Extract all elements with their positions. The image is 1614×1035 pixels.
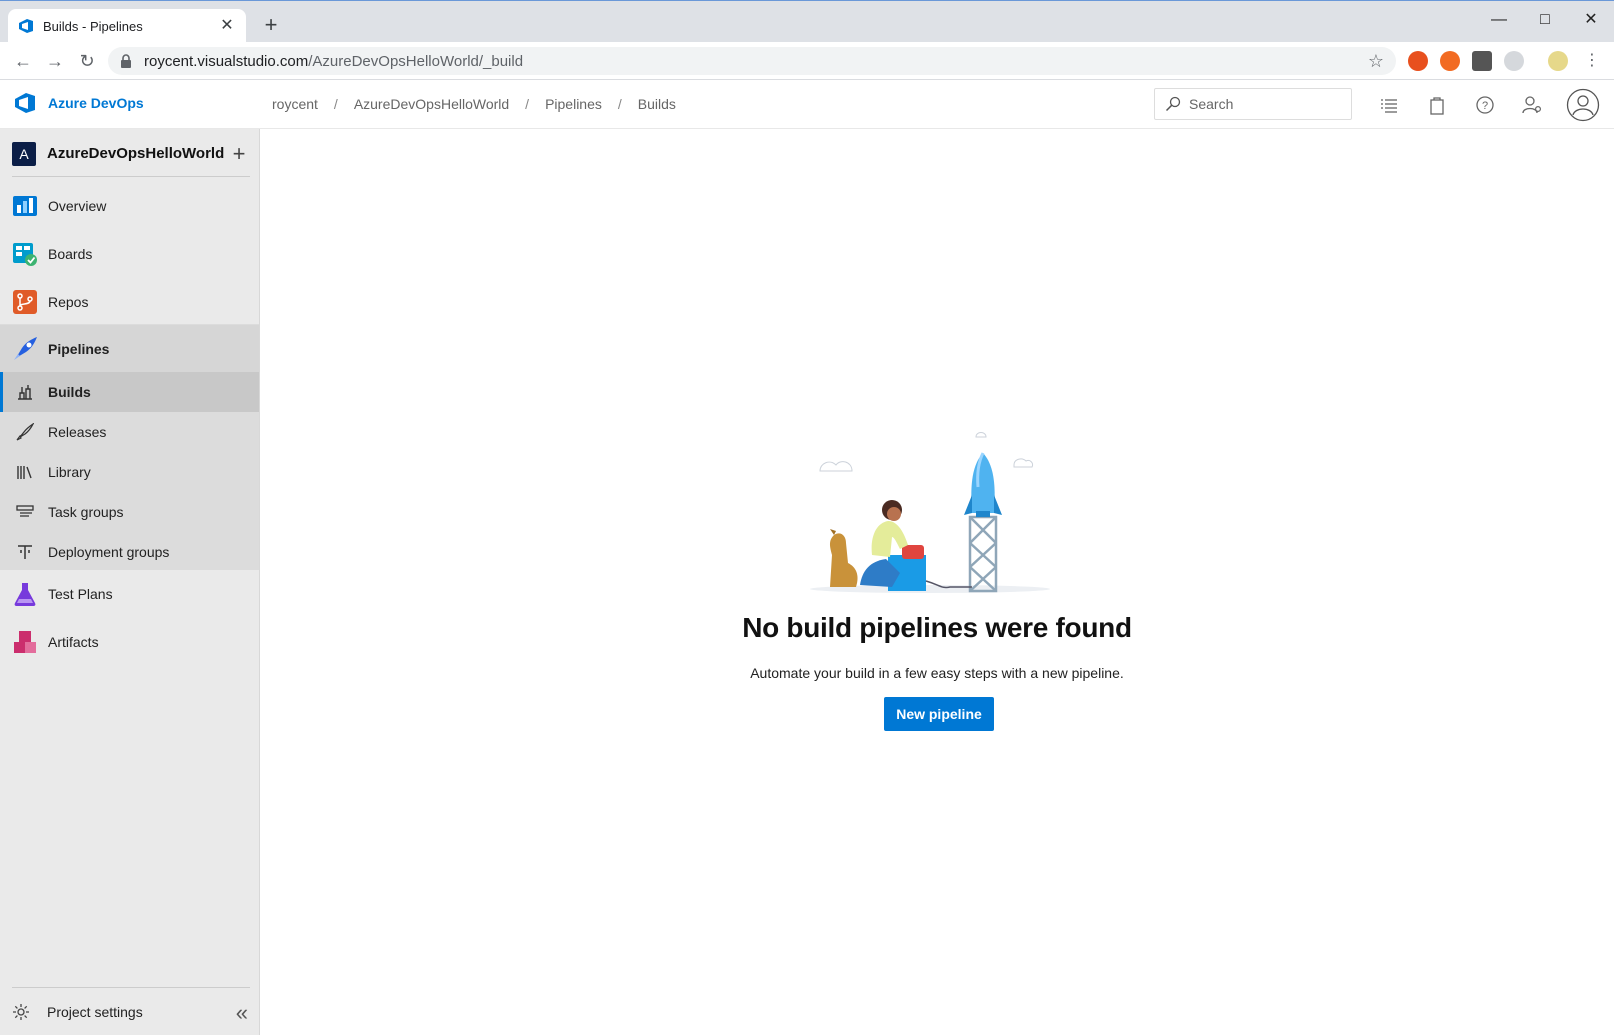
svg-text:?: ? xyxy=(1482,100,1488,112)
artifacts-icon xyxy=(14,631,36,653)
work-items-list-icon[interactable] xyxy=(1378,94,1400,116)
search-icon xyxy=(1165,96,1181,112)
breadcrumb-project[interactable]: AzureDevOpsHelloWorld xyxy=(354,96,509,112)
sidebar-subitem-library[interactable]: Library xyxy=(0,452,259,492)
breadcrumb-pipelines[interactable]: Pipelines xyxy=(545,96,602,112)
overview-icon xyxy=(13,196,37,216)
sidebar-item-artifacts[interactable]: Artifacts xyxy=(0,618,259,666)
project-avatar: A xyxy=(12,141,36,166)
reload-icon[interactable]: ↻ xyxy=(73,48,101,74)
minimize-icon[interactable]: — xyxy=(1476,5,1522,35)
sidebar-subitem-label: Builds xyxy=(48,384,91,400)
sidebar-subitem-label: Releases xyxy=(48,424,107,440)
browser-tab-strip: Builds - Pipelines ✕ + — □ ✕ xyxy=(0,0,1614,43)
extension-1-icon[interactable] xyxy=(1408,51,1428,71)
tab-title: Builds - Pipelines xyxy=(43,18,143,34)
bookmark-star-icon[interactable]: ☆ xyxy=(1368,51,1384,72)
sidebar-item-label: Artifacts xyxy=(48,634,99,650)
extension-2-icon[interactable] xyxy=(1440,51,1460,71)
profile-avatar-icon[interactable] xyxy=(1548,51,1568,71)
maximize-icon[interactable]: □ xyxy=(1522,5,1568,35)
empty-state-illustration xyxy=(810,432,1050,593)
repos-icon xyxy=(13,290,37,314)
back-icon[interactable]: ← xyxy=(9,48,37,74)
sidebar-footer: Project settings « xyxy=(12,987,250,1035)
url-path: /AzureDevOpsHelloWorld/_build xyxy=(308,52,524,70)
releases-rocket-icon xyxy=(16,423,34,441)
sidebar-subitem-label: Library xyxy=(48,464,91,480)
azure-devops-logo-icon xyxy=(15,93,35,113)
sidebar-item-boards[interactable]: Boards xyxy=(0,230,259,278)
user-avatar-icon[interactable] xyxy=(1566,88,1600,122)
search-input[interactable]: Search xyxy=(1154,88,1352,120)
sidebar-subitem-label: Task groups xyxy=(48,504,124,520)
project-settings-link[interactable]: Project settings xyxy=(47,1004,143,1020)
sidebar-subitem-task-groups[interactable]: Task groups xyxy=(0,492,259,532)
empty-state-description: Automate your build in a few easy steps … xyxy=(750,665,1124,681)
task-groups-icon xyxy=(16,505,34,517)
sidebar-item-pipelines[interactable]: Pipelines xyxy=(0,325,259,373)
sidebar-subitem-builds[interactable]: Builds xyxy=(0,372,259,412)
brand[interactable]: Azure DevOps xyxy=(14,92,144,114)
sidebar-subitem-deployment-groups[interactable]: Deployment groups xyxy=(0,532,259,572)
tab-close-icon[interactable]: ✕ xyxy=(218,17,236,35)
project-name: AzureDevOpsHelloWorld xyxy=(47,145,225,162)
extension-4-icon[interactable] xyxy=(1504,51,1524,71)
breadcrumb-org[interactable]: roycent xyxy=(272,96,318,112)
breadcrumb-builds[interactable]: Builds xyxy=(638,96,676,112)
breadcrumb-separator: / xyxy=(525,96,530,112)
project-selector[interactable]: A AzureDevOpsHelloWorld + xyxy=(12,139,250,177)
sidebar-item-label: Boards xyxy=(48,246,93,262)
empty-state-title: No build pipelines were found xyxy=(742,612,1132,643)
browser-tab[interactable]: Builds - Pipelines ✕ xyxy=(8,9,246,43)
breadcrumb: roycent / AzureDevOpsHelloWorld / Pipeli… xyxy=(272,96,676,112)
user-settings-icon[interactable] xyxy=(1521,94,1543,116)
library-books-icon xyxy=(17,466,32,479)
main-content: No build pipelines were found Automate y… xyxy=(260,129,1614,1035)
azure-devops-favicon-icon xyxy=(19,19,33,33)
sidebar-item-label: Repos xyxy=(48,294,89,310)
sidebar-item-label: Pipelines xyxy=(48,341,110,357)
sidebar-item-label: Test Plans xyxy=(48,586,113,602)
address-bar[interactable]: roycent.visualstudio.com /AzureDevOpsHel… xyxy=(108,47,1396,75)
new-pipeline-button[interactable]: New pipeline xyxy=(884,697,994,731)
help-icon[interactable]: ? xyxy=(1474,94,1496,116)
sidebar-item-overview[interactable]: Overview xyxy=(0,182,259,230)
marketplace-bag-icon[interactable] xyxy=(1426,94,1448,116)
sidebar-item-label: Overview xyxy=(48,198,107,214)
boards-icon xyxy=(13,243,37,266)
ado-header: Azure DevOps roycent / AzureDevOpsHelloW… xyxy=(0,80,1614,129)
breadcrumb-separator: / xyxy=(333,96,338,112)
test-plans-flask-icon xyxy=(14,583,36,606)
sidebar-subitem-releases[interactable]: Releases xyxy=(0,412,259,452)
search-placeholder: Search xyxy=(1189,96,1234,112)
sidebar-item-test-plans[interactable]: Test Plans xyxy=(0,570,259,618)
breadcrumb-separator: / xyxy=(617,96,622,112)
extension-h-icon[interactable] xyxy=(1472,51,1492,71)
browser-toolbar: ← → ↻ roycent.visualstudio.com /AzureDev… xyxy=(0,42,1614,80)
browser-menu-icon[interactable]: ⋮ xyxy=(1578,48,1606,74)
brand-name: Azure DevOps xyxy=(48,95,144,111)
new-tab-button[interactable]: + xyxy=(258,13,284,39)
gear-icon xyxy=(13,1003,29,1020)
sidebar-item-repos[interactable]: Repos xyxy=(0,278,259,326)
lock-icon xyxy=(121,54,131,68)
url-host: roycent.visualstudio.com xyxy=(144,52,309,70)
add-icon[interactable]: + xyxy=(228,141,250,167)
builds-icon xyxy=(18,385,32,400)
deployment-groups-icon xyxy=(18,545,32,559)
forward-icon[interactable]: → xyxy=(41,48,69,74)
sidebar-subitem-label: Deployment groups xyxy=(48,544,170,560)
left-sidebar: A AzureDevOpsHelloWorld + Overview Board… xyxy=(0,129,260,1035)
pipelines-icon xyxy=(14,337,37,360)
collapse-sidebar-icon[interactable]: « xyxy=(236,1000,248,1026)
close-window-icon[interactable]: ✕ xyxy=(1568,5,1614,35)
